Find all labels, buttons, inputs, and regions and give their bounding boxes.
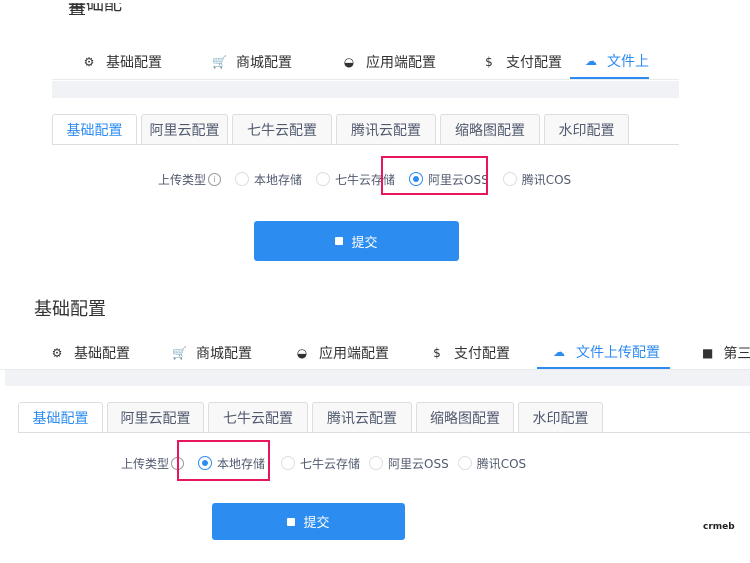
nav-item-basic[interactable]: ⚙ 基础配置 xyxy=(52,45,182,79)
tab-qiniu[interactable]: 七牛云配置 xyxy=(208,402,308,432)
top-config-nav: ⚙ 基础配置 🛒 商城配置 ◒ 应用端配置 $ 支付配置 ☁ 文件上 xyxy=(52,45,679,80)
radio-qiniu[interactable]: 七牛云存储 xyxy=(281,455,360,472)
nav-label: 支付配置 xyxy=(506,55,562,71)
nav-label: 基础配置 xyxy=(106,55,162,71)
radio-dot[interactable] xyxy=(369,456,384,470)
radio-dot[interactable] xyxy=(502,172,517,186)
radio-tencent[interactable]: 腾讯COS xyxy=(502,171,572,188)
nav-label: 基础配置 xyxy=(74,346,130,362)
highlight-box xyxy=(381,156,488,195)
content-gap xyxy=(52,81,679,98)
radio-label: 七牛云存储 xyxy=(300,456,361,471)
nav-label: 应用端配置 xyxy=(319,346,389,362)
nav-item-basic[interactable]: ⚙ 基础配置 xyxy=(0,337,145,369)
top-storage-tabs: 基础配置 阿里云配置 七牛云配置 腾讯云配置 缩略图配置 水印配置 xyxy=(52,113,679,145)
radio-dot[interactable] xyxy=(316,172,331,186)
highlight-box xyxy=(177,440,270,481)
page-title: 基础配置 xyxy=(34,299,106,320)
tab-basic[interactable]: 基础配置 xyxy=(18,402,103,432)
nav-label: 商城配置 xyxy=(236,55,292,71)
radio-label: 阿里云OSS xyxy=(388,456,449,471)
dollar-icon: $ xyxy=(485,55,493,69)
cloud-upload-icon: ☁ xyxy=(553,345,565,359)
cart-icon: 🛒 xyxy=(212,55,227,69)
radio-label: 本地存储 xyxy=(254,172,303,187)
submit-button[interactable]: 提交 xyxy=(254,221,459,261)
radio-tencent[interactable]: 腾讯COS xyxy=(457,455,527,472)
content-gap xyxy=(5,370,750,386)
nav-label: 支付配置 xyxy=(454,346,510,362)
gear-icon: ⚙ xyxy=(83,55,95,69)
submit-label: 提交 xyxy=(351,235,378,251)
tab-watermark[interactable]: 水印配置 xyxy=(544,114,629,144)
nav-label: 应用端配置 xyxy=(366,55,436,71)
submit-button[interactable]: 提交 xyxy=(212,503,405,540)
tab-basic[interactable]: 基础配置 xyxy=(52,114,137,144)
nav-label: 文件上 xyxy=(607,54,649,70)
nav-item-app[interactable]: ◒ 应用端配置 xyxy=(268,337,405,369)
top-upload-type-row: 上传类型 i 本地存储 七牛云存储 阿里云OSS 腾讯COS xyxy=(158,171,571,187)
tab-thumbnail[interactable]: 缩略图配置 xyxy=(416,402,514,432)
nav-item-file-upload[interactable]: ☁ 文件上传配置 xyxy=(537,337,670,369)
nav-item-app[interactable]: ◒ 应用端配置 xyxy=(312,45,457,79)
bottom-storage-tabs: 基础配置 阿里云配置 七牛云配置 腾讯云配置 缩略图配置 水印配置 xyxy=(18,401,750,433)
nav-item-payment[interactable]: $ 支付配置 xyxy=(457,45,570,79)
lock-icon xyxy=(335,237,344,245)
upload-type-label: 上传类型 xyxy=(121,456,170,471)
cloud-upload-icon: ☁ xyxy=(585,54,597,68)
bottom-config-nav: ⚙ 基础配置 🛒 商城配置 ◒ 应用端配置 $ 支付配置 ☁ 文件上传配置 ■ … xyxy=(0,337,750,370)
radio-dot[interactable] xyxy=(235,172,250,186)
dollar-icon: $ xyxy=(433,346,441,360)
info-icon: i xyxy=(208,172,222,186)
submit-label: 提交 xyxy=(303,516,330,531)
radio-label: 腾讯COS xyxy=(476,456,527,471)
gear-icon: ⚙ xyxy=(51,346,63,360)
tab-watermark[interactable]: 水印配置 xyxy=(518,402,603,432)
tab-qiniu[interactable]: 七牛云配置 xyxy=(232,114,332,144)
upload-type-label: 上传类型 xyxy=(158,172,207,187)
watermark-logo: crmeb xyxy=(703,522,735,532)
radio-aliyun[interactable]: 阿里云OSS xyxy=(369,455,449,472)
nav-item-file-upload[interactable]: ☁ 文件上 xyxy=(570,45,649,79)
tab-tencent[interactable]: 腾讯云配置 xyxy=(312,402,412,432)
nav-item-third-party[interactable]: ■ 第三 xyxy=(670,337,750,369)
radio-local[interactable]: 本地存储 xyxy=(235,171,302,188)
page-title-cropped: 基础配置 xyxy=(68,3,122,17)
tab-tencent[interactable]: 腾讯云配置 xyxy=(336,114,436,144)
lock-icon xyxy=(287,517,296,526)
tab-thumbnail[interactable]: 缩略图配置 xyxy=(440,114,540,144)
tab-aliyun[interactable]: 阿里云配置 xyxy=(141,114,228,144)
app-icon: ◒ xyxy=(296,346,308,360)
tab-aliyun[interactable]: 阿里云配置 xyxy=(107,402,204,432)
nav-label: 商城配置 xyxy=(196,346,252,362)
bag-icon: ■ xyxy=(702,346,714,360)
cart-icon: 🛒 xyxy=(172,346,187,360)
nav-item-shop[interactable]: 🛒 商城配置 xyxy=(182,45,312,79)
nav-label: 文件上传配置 xyxy=(576,345,660,361)
nav-item-payment[interactable]: $ 支付配置 xyxy=(405,337,537,369)
radio-label: 腾讯COS xyxy=(521,172,572,187)
radio-dot[interactable] xyxy=(281,456,296,470)
nav-label: 第三 xyxy=(723,346,750,362)
nav-item-shop[interactable]: 🛒 商城配置 xyxy=(145,337,268,369)
radio-dot[interactable] xyxy=(457,456,472,470)
app-icon: ◒ xyxy=(343,55,355,69)
